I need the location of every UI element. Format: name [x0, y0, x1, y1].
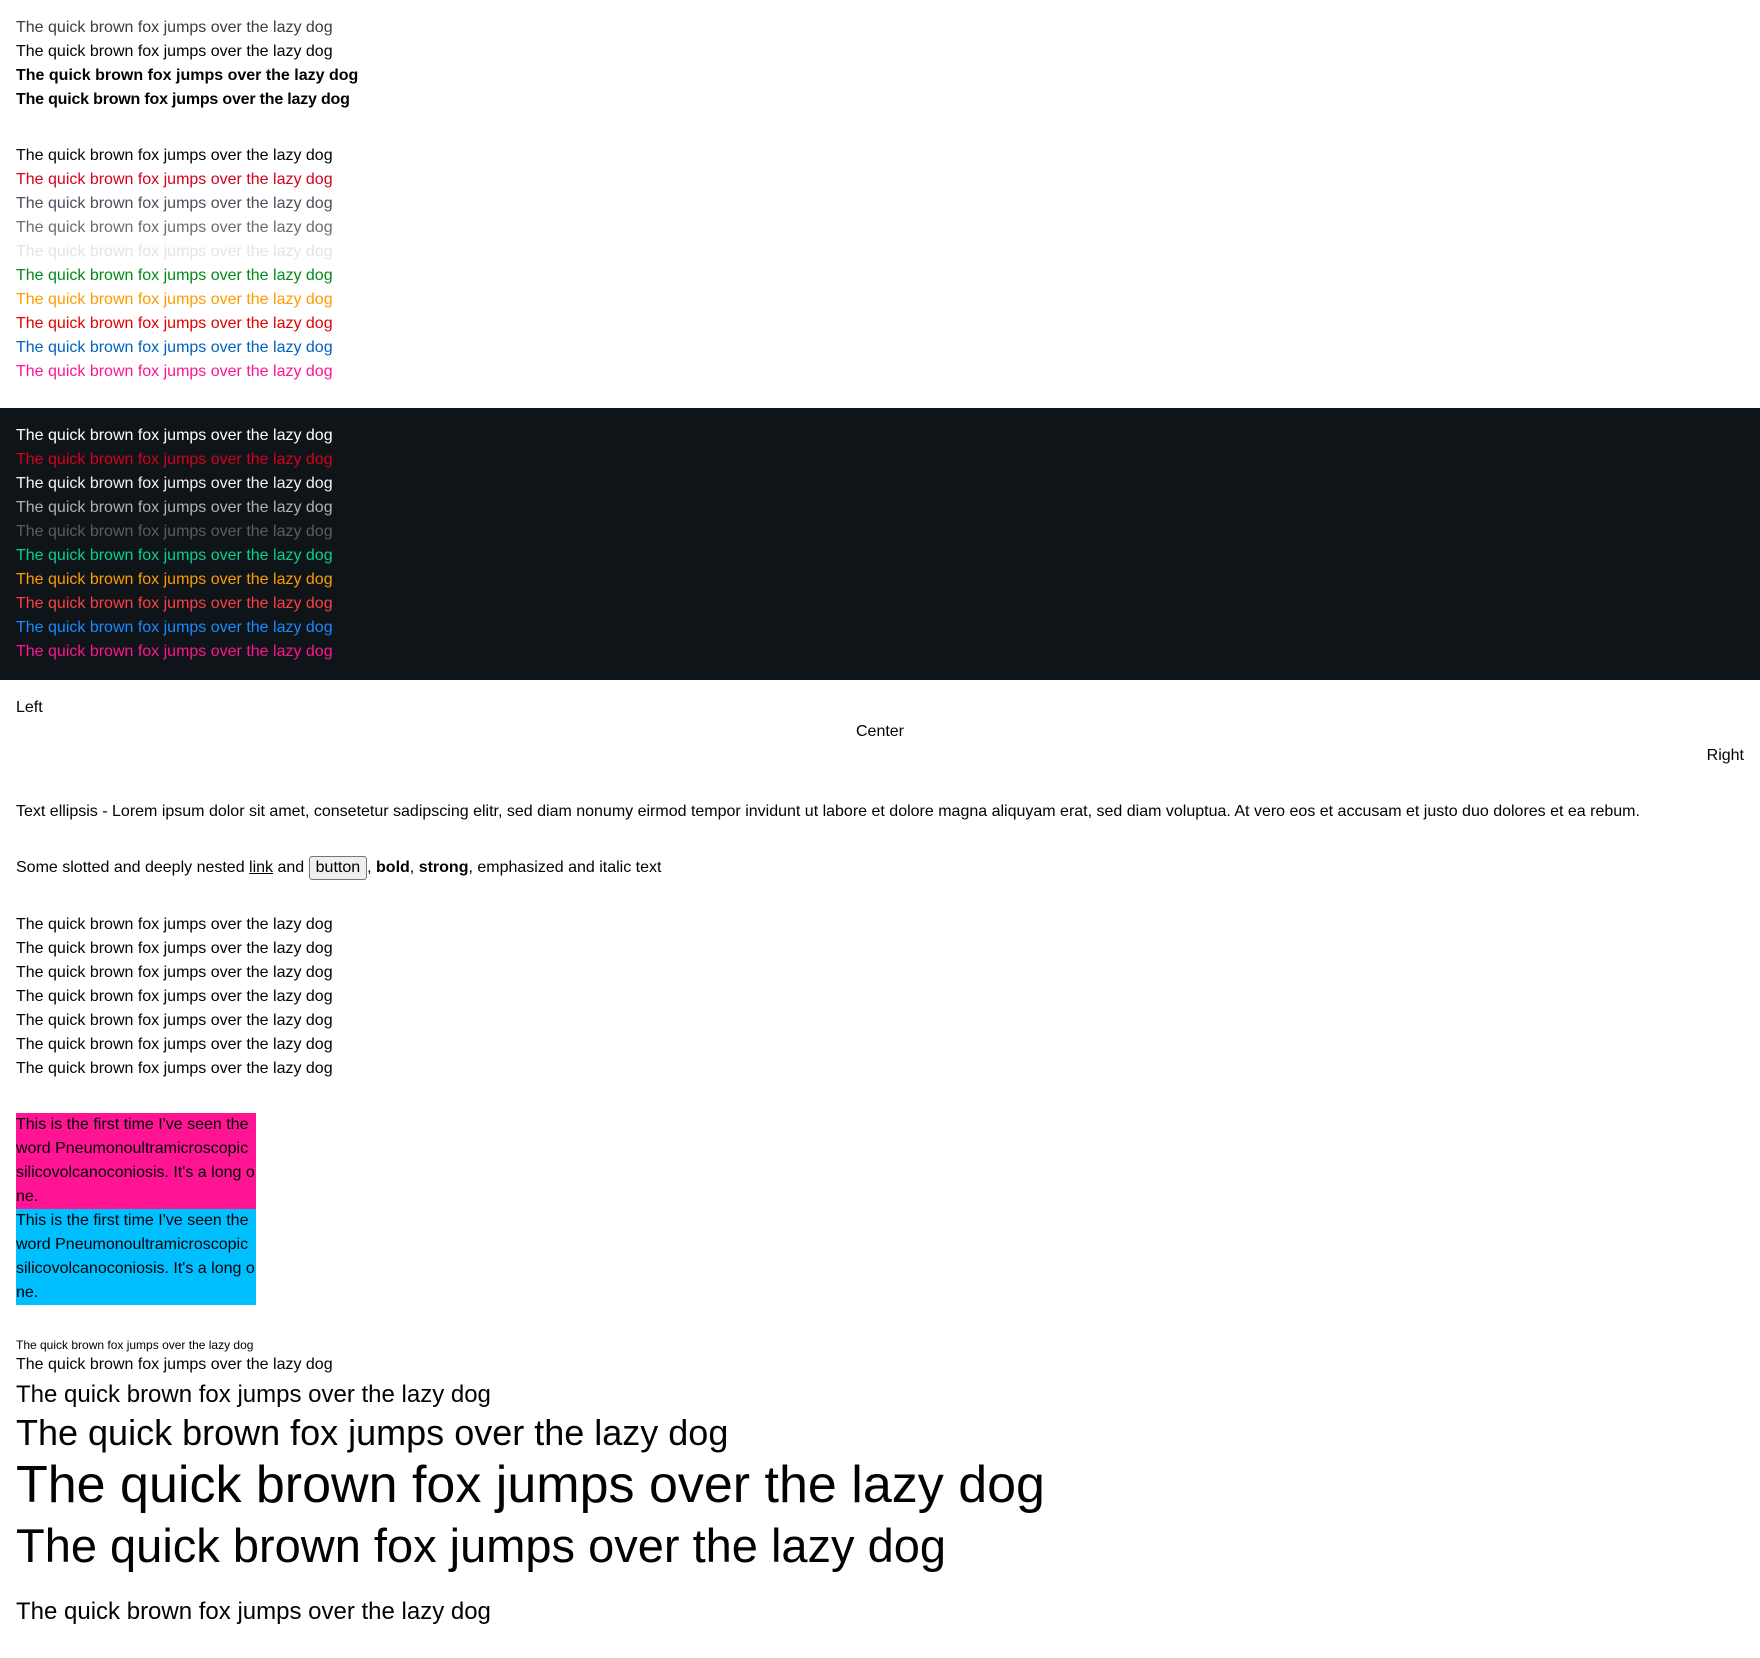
repeat-line: The quick brown fox jumps over the lazy … [16, 1036, 333, 1053]
text-color-primary: The quick brown fox jumps over the lazy … [16, 147, 333, 164]
ellipsis-section: Text ellipsis - Lorem ipsum dolor sit am… [0, 768, 1760, 824]
repeat-line: The quick brown fox jumps over the lazy … [16, 916, 333, 933]
text-color-warning: The quick brown fox jumps over the lazy … [16, 291, 333, 308]
text-color-primary-dark: The quick brown fox jumps over the lazy … [16, 427, 333, 444]
text-size-inherit: The quick brown fox jumps over the lazy … [16, 1598, 491, 1625]
nested-comma-2: , [409, 859, 419, 876]
text-size-xx-small: The quick brown fox jumps over the lazy … [16, 1338, 254, 1352]
nested-button[interactable]: button [308, 856, 368, 880]
text-color-contrast-low: The quick brown fox jumps over the lazy … [16, 243, 333, 260]
nested-strong: strong [418, 859, 469, 876]
text-color-contrast-medium: The quick brown fox jumps over the lazy … [16, 219, 333, 236]
text-bold: The quick brown fox jumps over the lazy … [16, 91, 350, 108]
typography-showcase: The quick brown fox jumps over the lazy … [0, 0, 1760, 1629]
wrap-box-pink: This is the first time I've seen the wor… [16, 1113, 256, 1209]
text-color-error-dark: The quick brown fox jumps over the lazy … [16, 595, 333, 612]
text-size-medium: The quick brown fox jumps over the lazy … [16, 1381, 491, 1408]
text-color-brand: The quick brown fox jumps over the lazy … [16, 171, 333, 188]
nested-bold: bold [376, 859, 410, 876]
text-semibold: The quick brown fox jumps over the lazy … [16, 67, 359, 84]
nested-link[interactable]: link [249, 859, 273, 876]
text-color-highlight: The quick brown fox jumps over the lazy … [16, 363, 333, 380]
text-color-info-dark: The quick brown fox jumps over the lazy … [16, 619, 333, 636]
repeat-line: The quick brown fox jumps over the lazy … [16, 964, 333, 981]
text-color-info: The quick brown fox jumps over the lazy … [16, 339, 333, 356]
color-dark-section: The quick brown fox jumps over the lazy … [0, 408, 1760, 680]
word-wrap-section: This is the first time I've seen the wor… [0, 1081, 1760, 1305]
repeat-line: The quick brown fox jumps over the lazy … [16, 988, 333, 1005]
repeat-line: The quick brown fox jumps over the lazy … [16, 1060, 333, 1077]
text-color-default-dark: The quick brown fox jumps over the lazy … [16, 475, 333, 492]
color-light-section: The quick brown fox jumps over the lazy … [0, 112, 1760, 400]
alignment-section: Left Center Right [0, 680, 1760, 768]
nested-prefix: Some slotted and deeply nested [16, 859, 250, 876]
font-weight-section: The quick brown fox jumps over the lazy … [0, 0, 1760, 112]
repeated-lines-section: The quick brown fox jumps over the lazy … [0, 880, 1760, 1081]
text-align-right: Right [1706, 747, 1744, 764]
text-color-error: The quick brown fox jumps over the lazy … [16, 315, 333, 332]
nested-content-section: Some slotted and deeply nested link and … [0, 824, 1760, 880]
text-color-default: The quick brown fox jumps over the lazy … [16, 195, 333, 212]
text-thin: The quick brown fox jumps over the lazy … [16, 19, 333, 36]
nested-suffix: , emphasized and italic text [468, 859, 662, 876]
text-size-large: The quick brown fox jumps over the lazy … [16, 1412, 729, 1453]
text-color-success-dark: The quick brown fox jumps over the lazy … [16, 547, 333, 564]
repeat-line: The quick brown fox jumps over the lazy … [16, 940, 333, 957]
repeat-line: The quick brown fox jumps over the lazy … [16, 1012, 333, 1029]
font-size-section: The quick brown fox jumps over the lazy … [0, 1305, 1760, 1629]
text-color-success: The quick brown fox jumps over the lazy … [16, 267, 333, 284]
text-size-x-large: The quick brown fox jumps over the lazy … [16, 1456, 1045, 1514]
text-ellipsis: Text ellipsis - Lorem ipsum dolor sit am… [16, 803, 1640, 820]
nested-text: Some slotted and deeply nested link and … [16, 856, 1744, 880]
text-align-left: Left [16, 699, 43, 716]
text-color-highlight-dark: The quick brown fox jumps over the lazy … [16, 643, 333, 660]
text-color-warning-dark: The quick brown fox jumps over the lazy … [16, 571, 333, 588]
text-color-contrast-low-dark: The quick brown fox jumps over the lazy … [16, 523, 333, 540]
text-color-brand-dark: The quick brown fox jumps over the lazy … [16, 451, 333, 468]
text-regular: The quick brown fox jumps over the lazy … [16, 43, 333, 60]
text-color-contrast-medium-dark: The quick brown fox jumps over the lazy … [16, 499, 333, 516]
text-size-xx-large: The quick brown fox jumps over the lazy … [16, 1519, 947, 1572]
text-align-center: Center [855, 723, 905, 740]
nested-comma-1: , [367, 859, 377, 876]
wrap-box-cyan: This is the first time I've seen the wor… [16, 1209, 256, 1305]
nested-and: and [273, 859, 309, 876]
text-size-small: The quick brown fox jumps over the lazy … [16, 1356, 333, 1373]
